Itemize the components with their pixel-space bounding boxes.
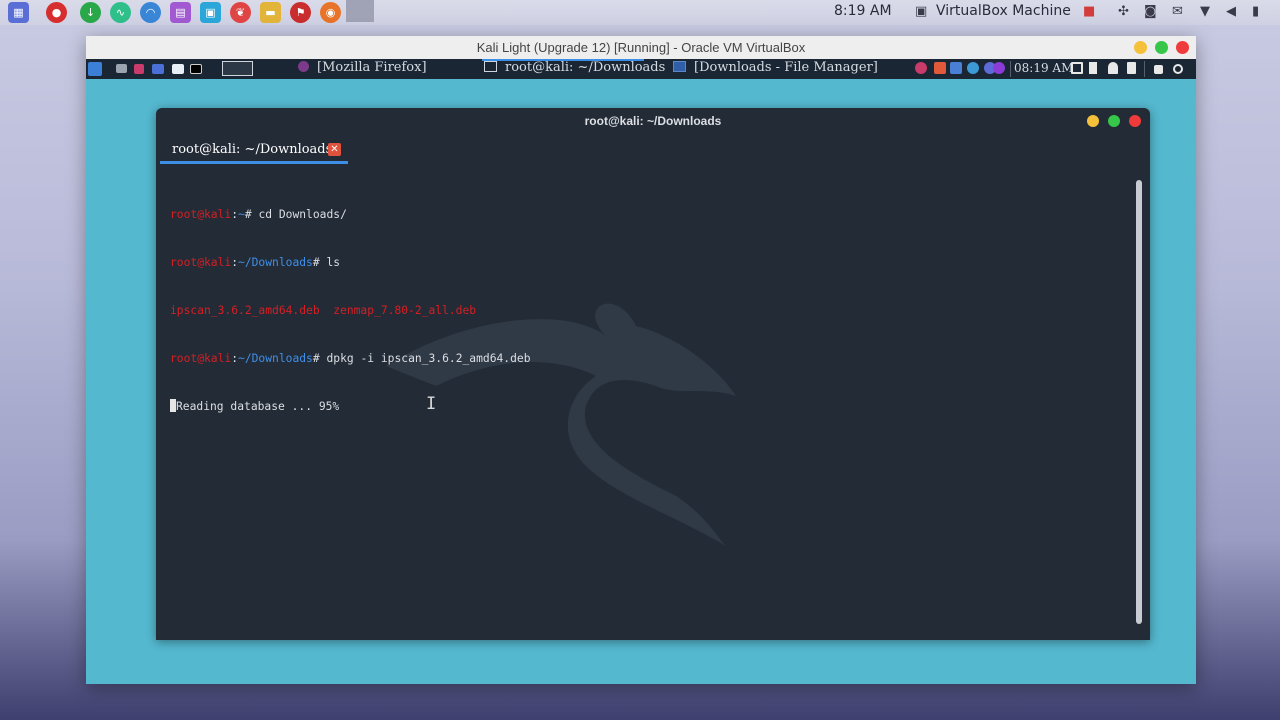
host-top-bar: ▦ ● ↓ ∿ ◠ ▤ ▣ ❦ ▬ ⚑ ◉ 8:19 AM ▣ VirtualB… bbox=[0, 0, 1280, 25]
virtualbox-machine-label[interactable]: VirtualBox Machine bbox=[936, 3, 1071, 19]
prompt-hash: # bbox=[312, 352, 327, 365]
notification-bell-icon[interactable] bbox=[1108, 62, 1118, 74]
slack-icon[interactable]: ✣ bbox=[1118, 4, 1129, 19]
clipboard-icon[interactable] bbox=[1127, 62, 1136, 74]
terminal-title: root@kali: ~/Downloads bbox=[584, 114, 722, 128]
host-clock[interactable]: 8:19 AM bbox=[834, 3, 892, 19]
prompt-separator: : bbox=[231, 256, 239, 269]
prompt-user: root@kali bbox=[170, 256, 232, 269]
terminal-tab-label: root@kali: ~/Downloads bbox=[172, 142, 333, 157]
notes-icon[interactable]: ▤ bbox=[170, 2, 191, 23]
app-purple-icon[interactable] bbox=[993, 62, 1005, 74]
app-blue-icon[interactable] bbox=[152, 64, 164, 74]
cherry-icon[interactable]: ❦ bbox=[230, 2, 251, 23]
terminal-window: root@kali: ~/Downloads root@kali: ~/Down… bbox=[156, 108, 1150, 640]
terminal-line: Reading database ... 95% bbox=[170, 399, 531, 415]
prompt-hash: # bbox=[312, 256, 327, 269]
command-text: ls bbox=[326, 256, 341, 269]
prompt-user: root@kali bbox=[170, 352, 232, 365]
files-icon[interactable] bbox=[172, 64, 184, 74]
printer-icon[interactable] bbox=[116, 64, 127, 73]
terminal-lines: root@kali:~# cd Downloads/ root@kali:~/D… bbox=[170, 175, 531, 447]
i-beam-cursor-icon: I bbox=[426, 394, 437, 414]
panel-separator bbox=[1010, 61, 1011, 77]
guest-panel: [Mozilla Firefox] root@kali: ~/Downloads… bbox=[86, 59, 1196, 79]
terminal-scrollbar[interactable] bbox=[1136, 180, 1142, 624]
firefox-icon[interactable]: ◉ bbox=[320, 2, 341, 23]
window-thumbnail-icon[interactable] bbox=[346, 0, 374, 22]
terminal-line: ipscan_3.6.2_amd64.deb zenmap_7.80-2_all… bbox=[170, 303, 531, 319]
prompt-path: ~/Downloads bbox=[238, 256, 313, 269]
command-text: dpkg -i ipscan_3.6.2_amd64.deb bbox=[326, 352, 531, 365]
virtualbox-title: Kali Light (Upgrade 12) [Running] - Orac… bbox=[476, 40, 806, 55]
virtualbox-icon[interactable]: ▣ bbox=[915, 4, 927, 19]
terminal-icon bbox=[484, 61, 497, 72]
terminal-minimize-button[interactable] bbox=[1087, 115, 1099, 127]
red-circle-icon[interactable]: ● bbox=[46, 2, 67, 23]
taskbar-item-terminal[interactable]: root@kali: ~/Downloads bbox=[484, 60, 665, 75]
volume-icon[interactable]: ◀ bbox=[1226, 4, 1236, 19]
close-button[interactable] bbox=[1176, 41, 1189, 54]
maximize-button[interactable] bbox=[1155, 41, 1168, 54]
terminal-titlebar[interactable]: root@kali: ~/Downloads bbox=[156, 108, 1150, 136]
virtualbox-titlebar[interactable]: Kali Light (Upgrade 12) [Running] - Orac… bbox=[86, 36, 1196, 59]
prompt-separator: : bbox=[231, 352, 239, 365]
panel-separator bbox=[1144, 61, 1145, 77]
window-icon[interactable] bbox=[1071, 62, 1083, 74]
ls-output-files: ipscan_3.6.2_amd64.deb zenmap_7.80-2_all… bbox=[170, 304, 477, 317]
firefox-icon bbox=[298, 61, 309, 72]
camera-icon[interactable]: ◙ bbox=[1144, 4, 1157, 19]
active-tab-indicator bbox=[160, 161, 348, 164]
command-text: cd Downloads/ bbox=[258, 208, 347, 221]
minimize-button[interactable] bbox=[1134, 41, 1147, 54]
download-icon[interactable]: ↓ bbox=[80, 2, 101, 23]
app-red-icon[interactable] bbox=[134, 64, 144, 74]
guest-clock[interactable]: 08:19 AM bbox=[1014, 61, 1073, 75]
output-text: Reading database ... 95% bbox=[176, 400, 340, 413]
message-icon[interactable]: ✉ bbox=[1172, 4, 1183, 19]
lock-icon[interactable] bbox=[1154, 65, 1163, 74]
antivirus-icon[interactable]: ⚑ bbox=[290, 2, 311, 23]
terminal-tab[interactable]: root@kali: ~/Downloads ✕ bbox=[160, 136, 348, 164]
terminal-tab-bar: root@kali: ~/Downloads ✕ bbox=[156, 136, 1150, 166]
taskbar-item-file-manager[interactable]: [Downloads - File Manager] bbox=[673, 60, 878, 75]
terminal-close-button[interactable] bbox=[1129, 115, 1141, 127]
activity-monitor-icon[interactable]: ∿ bbox=[110, 2, 131, 23]
workspace-switcher[interactable] bbox=[222, 61, 253, 76]
terminal-line: root@kali:~/Downloads# ls bbox=[170, 255, 531, 271]
wifi-icon[interactable]: ▼ bbox=[1200, 4, 1210, 19]
prompt-path: ~/Downloads bbox=[238, 352, 313, 365]
photo-icon[interactable]: ▣ bbox=[200, 2, 221, 23]
tab-close-icon[interactable]: ✕ bbox=[328, 143, 341, 156]
record-icon[interactable]: ■ bbox=[1083, 4, 1095, 19]
folder-icon[interactable]: ▬ bbox=[260, 2, 281, 23]
prompt-user: root@kali bbox=[170, 208, 232, 221]
prompt-path: ~ bbox=[238, 208, 245, 221]
prompt-hash: # bbox=[244, 208, 259, 221]
terminal-line: root@kali:~/Downloads# dpkg -i ipscan_3.… bbox=[170, 351, 531, 367]
burp-icon[interactable] bbox=[934, 62, 946, 74]
network-icon[interactable]: ◠ bbox=[140, 2, 161, 23]
file-manager-icon bbox=[673, 61, 686, 72]
kali-menu-icon[interactable] bbox=[88, 62, 102, 76]
power-icon[interactable] bbox=[1173, 64, 1183, 74]
apps-grid-icon[interactable]: ▦ bbox=[8, 2, 29, 23]
terminal-maximize-button[interactable] bbox=[1108, 115, 1120, 127]
tools-icon[interactable] bbox=[950, 62, 962, 74]
terminal-line: root@kali:~# cd Downloads/ bbox=[170, 207, 531, 223]
prompt-separator: : bbox=[231, 208, 239, 221]
terminal-icon[interactable] bbox=[190, 64, 202, 74]
taskbar-item-firefox[interactable]: [Mozilla Firefox] bbox=[298, 60, 427, 75]
battery-icon[interactable]: ▮ bbox=[1252, 4, 1259, 19]
terminal-output[interactable]: root@kali:~# cd Downloads/ root@kali:~/D… bbox=[156, 166, 1150, 640]
zap-icon[interactable] bbox=[967, 62, 979, 74]
firefox-tray-icon[interactable] bbox=[915, 62, 927, 74]
volume-icon[interactable] bbox=[1089, 62, 1097, 74]
